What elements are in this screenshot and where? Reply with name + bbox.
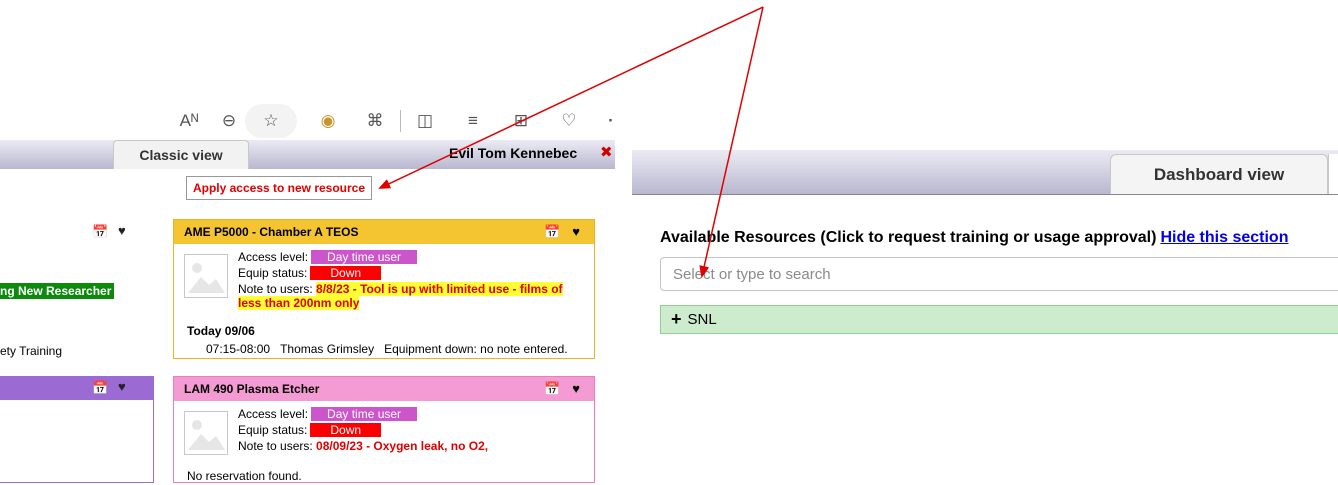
arrow-to-apply-button — [378, 6, 764, 189]
annotation-arrows — [378, 6, 764, 278]
arrow-to-search-input — [699, 6, 764, 278]
